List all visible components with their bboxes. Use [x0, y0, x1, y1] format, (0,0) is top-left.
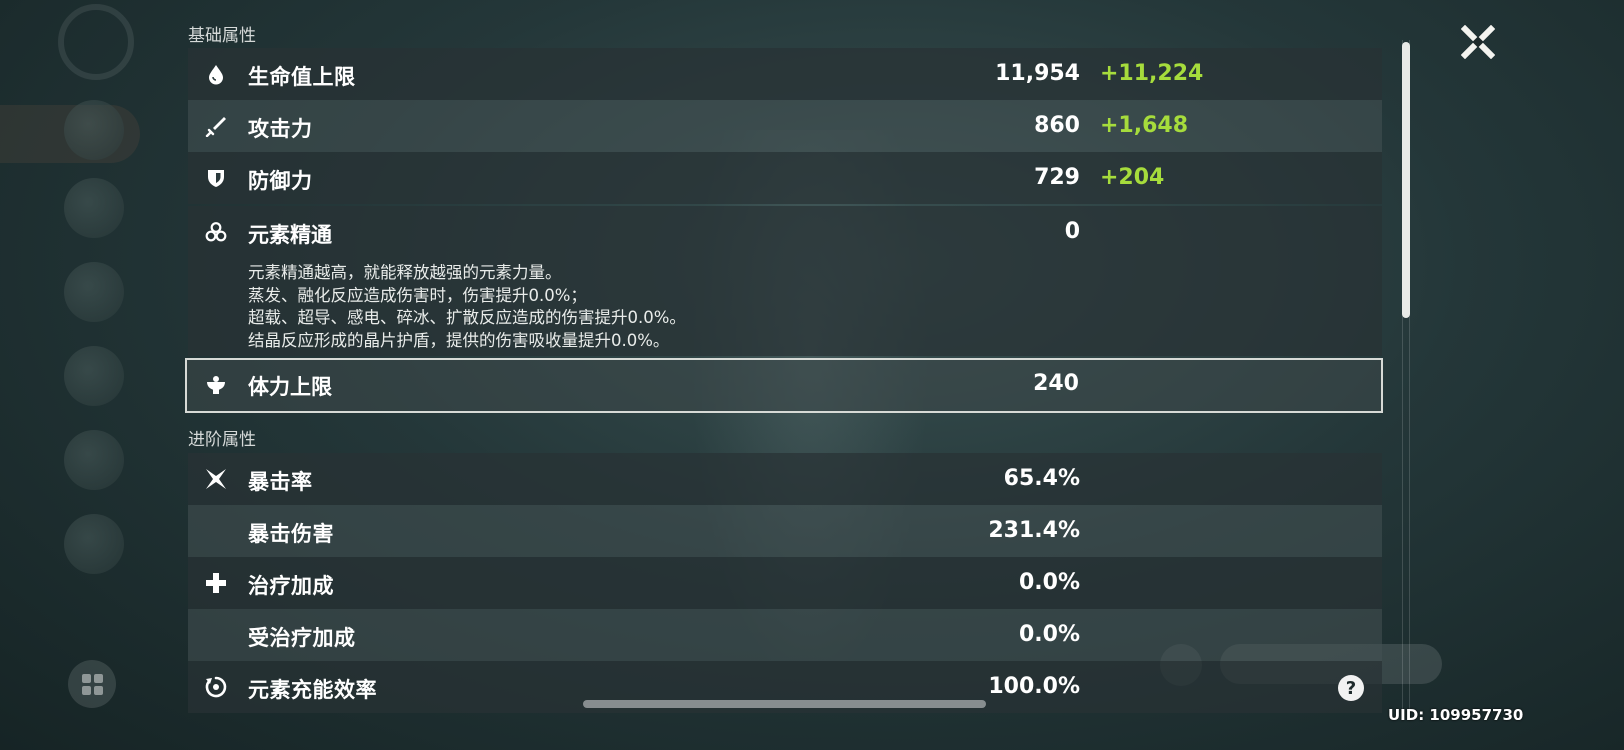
- stat-value: 0.0%: [1018, 570, 1080, 595]
- stat-row-elemental-mastery[interactable]: 元素精通 0 元素精通越高，就能释放越强的元素力量。 蒸发、融化反应造成伤害时，…: [188, 206, 1382, 356]
- party-avatar[interactable]: [64, 100, 124, 160]
- stat-row-hp[interactable]: 生命值上限 11,954 +11,224: [188, 48, 1382, 100]
- uid-label: UID: 109957730: [1388, 706, 1524, 724]
- stat-row-stamina[interactable]: 体力上限 240: [185, 358, 1383, 413]
- party-avatar[interactable]: [64, 178, 124, 238]
- stat-row-incoming-healing[interactable]: 受治疗加成 0.0%: [188, 609, 1382, 661]
- description-line: 超载、超导、感电、碎冰、扩散反应造成的伤害提升0.0%。: [248, 308, 686, 327]
- stat-name: 防御力: [248, 169, 313, 193]
- healing-cross-icon: [204, 571, 228, 595]
- stat-row-def[interactable]: 防御力 729 +204: [188, 152, 1382, 204]
- stat-value: 860: [1034, 113, 1080, 138]
- sword-icon: [204, 114, 228, 138]
- elemental-mastery-icon: [204, 220, 228, 244]
- stat-row-crit-rate[interactable]: 暴击率 65.4%: [188, 453, 1382, 505]
- elemental-mastery-description: 元素精通越高，就能释放越强的元素力量。 蒸发、融化反应造成伤害时，伤害提升0.0…: [248, 262, 686, 352]
- description-line: 结晶反应形成的晶片护盾，提供的伤害吸收量提升0.0%。: [248, 330, 670, 350]
- description-line: 元素精通越高，就能释放越强的元素力量。: [248, 263, 562, 282]
- stat-value: 729: [1034, 165, 1080, 190]
- stat-name: 体力上限: [248, 375, 332, 399]
- description-line: 蒸发、融化反应造成伤害时，伤害提升0.0%；: [248, 285, 587, 305]
- help-button[interactable]: ?: [1338, 675, 1364, 701]
- home-indicator[interactable]: [583, 700, 986, 708]
- stat-name: 暴击率: [248, 470, 313, 494]
- stat-name: 攻击力: [248, 117, 313, 141]
- close-icon: [1461, 25, 1495, 59]
- section-title-advanced: 进阶属性: [188, 430, 256, 450]
- menu-grid-button[interactable]: [68, 660, 116, 708]
- section-title-base: 基础属性: [188, 26, 256, 46]
- stat-row-crit-dmg[interactable]: 暴击伤害 231.4%: [188, 505, 1382, 557]
- grid-icon: [81, 673, 103, 695]
- stat-name: 暴击伤害: [248, 522, 334, 546]
- stat-value: 100.0%: [988, 674, 1080, 699]
- stat-row-atk[interactable]: 攻击力 860 +1,648: [188, 100, 1382, 152]
- party-avatar[interactable]: [64, 262, 124, 322]
- stat-value: 240: [1033, 371, 1079, 396]
- stat-name: 元素精通: [248, 223, 332, 247]
- close-button[interactable]: [1458, 22, 1498, 62]
- stat-bonus: +204: [1100, 165, 1165, 190]
- stat-value: 65.4%: [1003, 466, 1080, 491]
- scrollbar-thumb[interactable]: [1402, 42, 1410, 318]
- stat-value: 0.0%: [1018, 622, 1080, 647]
- stat-name: 受治疗加成: [248, 626, 356, 650]
- stat-name: 治疗加成: [248, 574, 334, 598]
- stat-bonus: +11,224: [1100, 61, 1204, 86]
- element-emblem-icon: [58, 4, 134, 80]
- energy-recharge-icon: [204, 675, 228, 699]
- stat-value: 231.4%: [988, 518, 1080, 543]
- hp-drop-icon: [204, 62, 228, 86]
- shield-icon: [204, 166, 228, 190]
- character-sidebar: [0, 0, 190, 750]
- party-avatar[interactable]: [64, 346, 124, 406]
- stat-name: 生命值上限: [248, 65, 356, 89]
- stat-name: 元素充能效率: [248, 678, 377, 702]
- party-avatar[interactable]: [64, 430, 124, 490]
- stat-value: 0: [1064, 219, 1080, 244]
- stat-row-healing[interactable]: 治疗加成 0.0%: [188, 557, 1382, 609]
- stat-bonus: +1,648: [1100, 113, 1189, 138]
- stat-value: 11,954: [995, 61, 1080, 86]
- crit-icon: [204, 467, 228, 491]
- stamina-icon: [204, 373, 228, 397]
- party-avatar[interactable]: [64, 514, 124, 574]
